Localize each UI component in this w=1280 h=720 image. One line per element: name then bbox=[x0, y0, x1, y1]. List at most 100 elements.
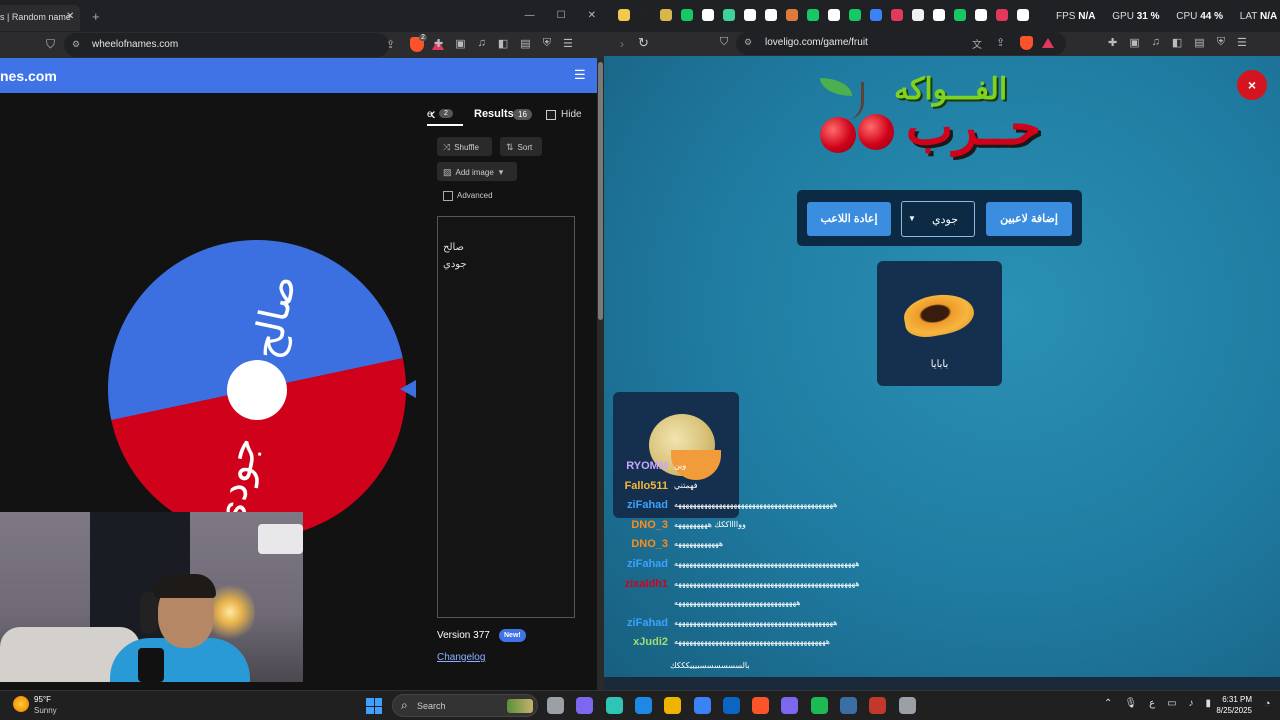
reset-player-button[interactable]: إعادة اللاعب bbox=[807, 202, 891, 236]
bookmark-icon[interactable]: ⛉ bbox=[46, 37, 55, 52]
minimize-button[interactable]: — bbox=[525, 10, 535, 21]
vpn-icon[interactable]: ⛨ bbox=[543, 37, 551, 50]
extension-icon[interactable] bbox=[681, 9, 693, 21]
taskbar-app-icon[interactable] bbox=[693, 697, 711, 714]
tab-results[interactable]: Results bbox=[474, 108, 514, 120]
extension-icon[interactable] bbox=[639, 9, 651, 21]
page-scrollbar[interactable] bbox=[597, 58, 604, 690]
wallet-icon[interactable]: ▤ bbox=[1194, 36, 1204, 49]
site-logo[interactable]: nes.com bbox=[0, 68, 57, 84]
sidebar-icon[interactable]: ◧ bbox=[1172, 36, 1182, 49]
chat-username: Fallo511 bbox=[624, 479, 668, 492]
extension-icon[interactable] bbox=[975, 9, 987, 21]
browser-menu-icon[interactable]: ☰ bbox=[1237, 36, 1247, 49]
maximize-button[interactable]: ☐ bbox=[557, 10, 566, 21]
extension-icon[interactable] bbox=[702, 9, 714, 21]
extensions-icon[interactable]: ✚ bbox=[434, 37, 443, 50]
weather-condition[interactable]: Sunny bbox=[34, 706, 57, 715]
new-tab-button[interactable]: + bbox=[92, 9, 100, 24]
scrollbar-thumb[interactable] bbox=[598, 62, 603, 320]
close-game-button[interactable]: × bbox=[1237, 70, 1267, 100]
extension-icon[interactable] bbox=[828, 9, 840, 21]
share-icon[interactable]: ⇪ bbox=[386, 38, 395, 51]
url-field[interactable]: ⚙ loveligo.com/game/fruit 文 ⇪ bbox=[736, 32, 1066, 55]
fruit-card-papaya[interactable]: بابايا bbox=[877, 261, 1002, 386]
start-button[interactable] bbox=[366, 698, 382, 714]
network-icon[interactable]: ▭ bbox=[1167, 698, 1176, 709]
sidebar-icon[interactable]: ◧ bbox=[498, 37, 508, 50]
tab-entries[interactable]: e 2 ‹ bbox=[427, 104, 463, 126]
language-indicator[interactable]: ع bbox=[1149, 698, 1155, 709]
taskbar-app-icon[interactable] bbox=[547, 697, 564, 714]
extension-icon[interactable] bbox=[891, 9, 903, 21]
taskbar-app-icon[interactable] bbox=[869, 697, 887, 714]
bookmark-icon[interactable]: ⛉ bbox=[720, 36, 728, 49]
extension-icon[interactable] bbox=[954, 9, 966, 21]
browser-menu-icon[interactable]: ☰ bbox=[563, 37, 573, 50]
taskbar-app-icon[interactable] bbox=[810, 697, 828, 714]
extension-icon[interactable] bbox=[786, 9, 798, 21]
taskbar-search[interactable]: ⌕ Search bbox=[392, 694, 538, 717]
media-icon[interactable]: ♫ bbox=[478, 37, 486, 50]
add-players-button[interactable]: إضافة لاعبين bbox=[986, 202, 1072, 236]
extension-icon[interactable] bbox=[1017, 9, 1029, 21]
extension-icon[interactable] bbox=[765, 9, 777, 21]
url-field[interactable]: ⚙ wheelofnames.com ⇪ 2 bbox=[64, 33, 444, 57]
screenshot-icon[interactable]: ▣ bbox=[1129, 36, 1139, 49]
entries-textarea[interactable]: صالح جودي bbox=[437, 216, 575, 618]
taskbar-app-icon[interactable] bbox=[634, 697, 652, 714]
brave-rewards-icon[interactable] bbox=[1042, 38, 1054, 48]
shuffle-button[interactable]: ⤨ Shuffle bbox=[437, 137, 492, 156]
close-window-button[interactable]: ✕ bbox=[588, 10, 596, 21]
player-select[interactable]: ▼ جودي bbox=[901, 201, 975, 237]
chat-message: هههههههههههههههههههههههههههههههههههههههه… bbox=[674, 637, 831, 647]
clock-date[interactable]: 8/25/2025 bbox=[1202, 706, 1252, 715]
site-info-icon[interactable]: ⚙ bbox=[744, 37, 752, 48]
site-info-icon[interactable]: ⚙ bbox=[72, 39, 80, 50]
hide-checkbox[interactable] bbox=[546, 110, 556, 120]
extension-icon[interactable] bbox=[660, 9, 672, 21]
changelog-link[interactable]: Changelog bbox=[437, 652, 485, 663]
taskbar-app-icon[interactable] bbox=[605, 697, 623, 714]
taskbar-app-icon[interactable] bbox=[898, 697, 916, 714]
reload-icon[interactable]: ↻ bbox=[638, 35, 649, 51]
media-icon[interactable]: ♫ bbox=[1152, 36, 1160, 49]
collapse-panel-icon[interactable]: ‹ bbox=[430, 104, 436, 124]
volume-icon[interactable]: ♪ bbox=[1189, 698, 1194, 709]
sun-icon[interactable] bbox=[13, 696, 29, 712]
tab-close-icon[interactable]: ✕ bbox=[66, 11, 74, 22]
clock-time[interactable]: 6:31 PM bbox=[1212, 695, 1252, 704]
extensions-icon[interactable]: ✚ bbox=[1108, 36, 1117, 49]
weather-temperature[interactable]: 95°F bbox=[34, 695, 51, 704]
wallet-icon[interactable]: ▤ bbox=[520, 37, 530, 50]
extension-icon[interactable] bbox=[723, 9, 735, 21]
vpn-icon[interactable]: ⛨ bbox=[1217, 36, 1225, 49]
taskbar-app-icon[interactable] bbox=[664, 697, 682, 714]
extension-icon[interactable] bbox=[849, 9, 861, 21]
translate-icon[interactable]: 文 bbox=[972, 36, 982, 51]
extension-icon[interactable] bbox=[912, 9, 924, 21]
taskbar-app-icon[interactable] bbox=[781, 697, 799, 714]
advanced-checkbox[interactable] bbox=[443, 191, 453, 201]
taskbar-app-icon[interactable] bbox=[752, 697, 770, 714]
notification-icon[interactable]: ◔ bbox=[1264, 698, 1271, 710]
extension-icon[interactable] bbox=[807, 9, 819, 21]
chevron-up-icon[interactable]: ⌃ bbox=[1104, 698, 1112, 709]
screenshot-icon[interactable]: ▣ bbox=[455, 37, 465, 50]
hamburger-menu-icon[interactable]: ☰ bbox=[574, 67, 586, 83]
wheel-center-button[interactable] bbox=[227, 360, 287, 420]
extension-icon[interactable] bbox=[744, 9, 756, 21]
share-icon[interactable]: ⇪ bbox=[996, 36, 1005, 49]
brave-shields-icon[interactable] bbox=[1020, 36, 1033, 50]
extension-icon[interactable] bbox=[996, 9, 1008, 21]
extension-icon[interactable] bbox=[618, 9, 630, 21]
taskbar-app-icon[interactable] bbox=[840, 697, 857, 714]
extension-icon[interactable] bbox=[870, 9, 882, 21]
extension-icon[interactable] bbox=[933, 9, 945, 21]
taskbar-app-icon[interactable] bbox=[576, 697, 594, 714]
sort-button[interactable]: ⇅ Sort bbox=[500, 137, 542, 156]
add-image-button[interactable]: ▨ Add image ▾ bbox=[437, 162, 517, 181]
microphone-icon[interactable]: 🎙︎ bbox=[1124, 698, 1137, 709]
forward-icon[interactable]: › bbox=[620, 37, 624, 51]
taskbar-app-icon[interactable] bbox=[722, 697, 740, 714]
